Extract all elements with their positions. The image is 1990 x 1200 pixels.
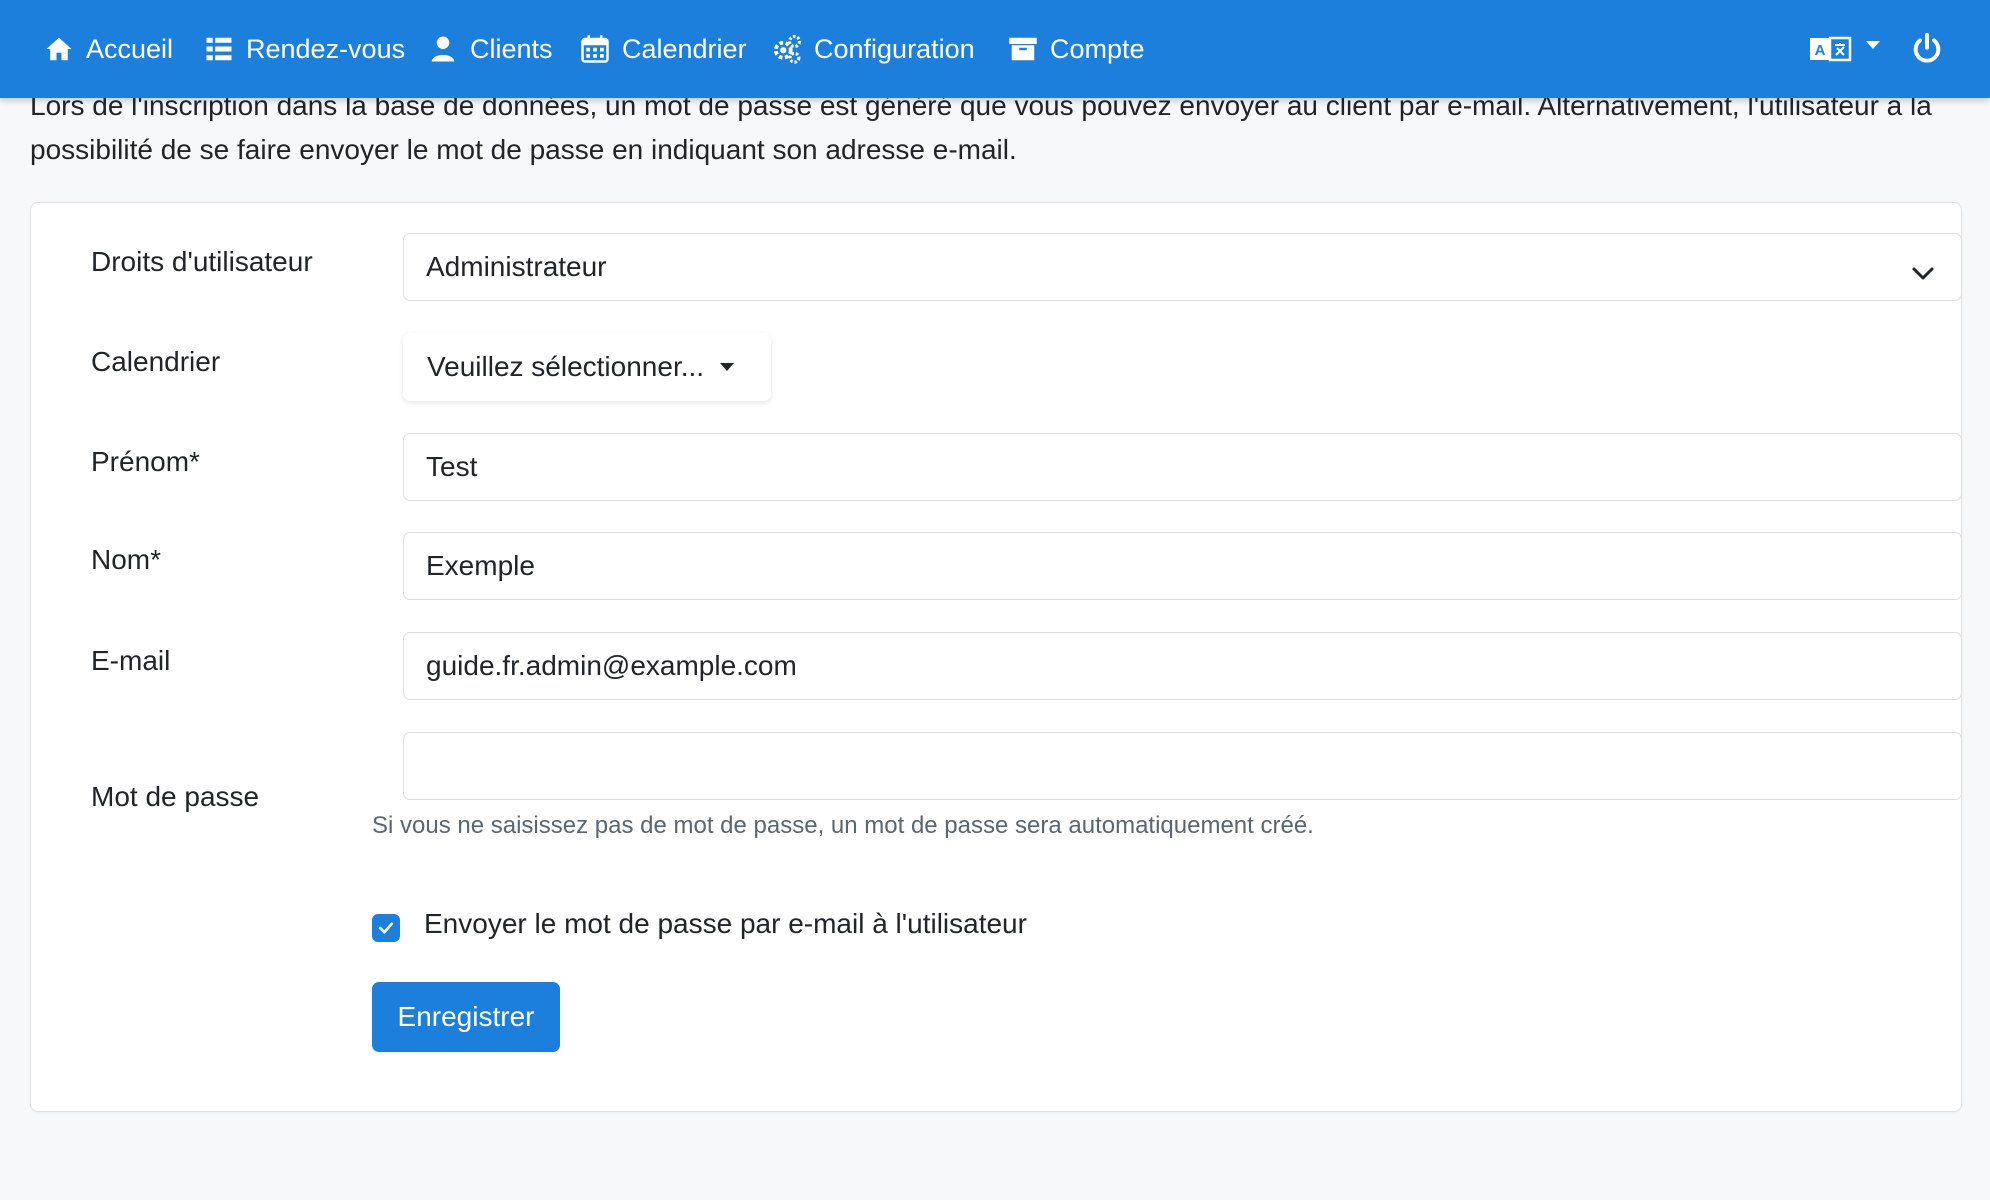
password-help-text: Si vous ne saisissez pas de mot de passe… bbox=[372, 812, 1314, 839]
nav-label: Calendrier bbox=[622, 33, 747, 64]
calendar-label: Calendrier bbox=[91, 346, 221, 377]
lastname-input[interactable] bbox=[403, 532, 1962, 600]
calendar-value: Veuillez sélectionner... bbox=[427, 351, 705, 382]
nav-label: Clients bbox=[470, 33, 553, 64]
password-input[interactable] bbox=[403, 732, 1962, 800]
send-password-label: Envoyer le mot de passe par e-mail à l'u… bbox=[424, 908, 1027, 939]
nav-item-home[interactable]: Accueil bbox=[44, 0, 173, 98]
rights-value: Administrateur bbox=[426, 251, 607, 282]
rights-select[interactable]: Administrateur bbox=[403, 233, 1962, 301]
calendar-dropdown[interactable]: Veuillez sélectionner... bbox=[403, 333, 771, 401]
calendar-icon bbox=[580, 34, 610, 64]
nav-label: Configuration bbox=[814, 33, 975, 64]
nav-item-calendar[interactable]: Calendrier bbox=[580, 0, 747, 98]
checkmark-icon bbox=[378, 922, 394, 934]
svg-text:A: A bbox=[1815, 42, 1826, 59]
nav-item-appointments[interactable]: Rendez-vous bbox=[204, 0, 405, 98]
home-icon bbox=[44, 34, 74, 64]
firstname-input[interactable] bbox=[403, 433, 1962, 501]
list-icon bbox=[204, 34, 234, 64]
archive-icon bbox=[1008, 34, 1038, 64]
nav-label: Compte bbox=[1050, 33, 1145, 64]
password-label: Mot de passe bbox=[91, 781, 260, 812]
caret-down-icon bbox=[720, 363, 735, 371]
firstname-label: Prénom* bbox=[91, 446, 200, 477]
nav-label: Accueil bbox=[86, 33, 174, 64]
power-icon[interactable] bbox=[1910, 32, 1944, 66]
language-icon: A bbox=[1810, 36, 1852, 62]
user-form-card: Droits d'utilisateur Administrateur Cale… bbox=[30, 202, 1962, 1112]
save-button[interactable]: Enregistrer bbox=[372, 982, 560, 1052]
chevron-down-icon bbox=[1911, 258, 1935, 280]
lastname-label: Nom* bbox=[91, 544, 162, 575]
send-password-checkbox[interactable] bbox=[372, 914, 400, 942]
email-input[interactable] bbox=[403, 632, 1962, 700]
nav-item-account[interactable]: Compte bbox=[1008, 0, 1145, 98]
top-navbar: Accueil Rendez-vous Clients Calendrier C… bbox=[0, 0, 1990, 98]
email-label: E-mail bbox=[91, 645, 171, 676]
cogs-icon bbox=[772, 34, 802, 64]
nav-item-clients[interactable]: Clients bbox=[428, 0, 553, 98]
rights-label: Droits d'utilisateur bbox=[91, 246, 313, 277]
language-dropdown[interactable]: A bbox=[1810, 36, 1880, 62]
nav-label: Rendez-vous bbox=[246, 33, 406, 64]
nav-item-configuration[interactable]: Configuration bbox=[772, 0, 975, 98]
user-icon bbox=[428, 34, 458, 64]
chevron-down-icon bbox=[1866, 41, 1880, 49]
